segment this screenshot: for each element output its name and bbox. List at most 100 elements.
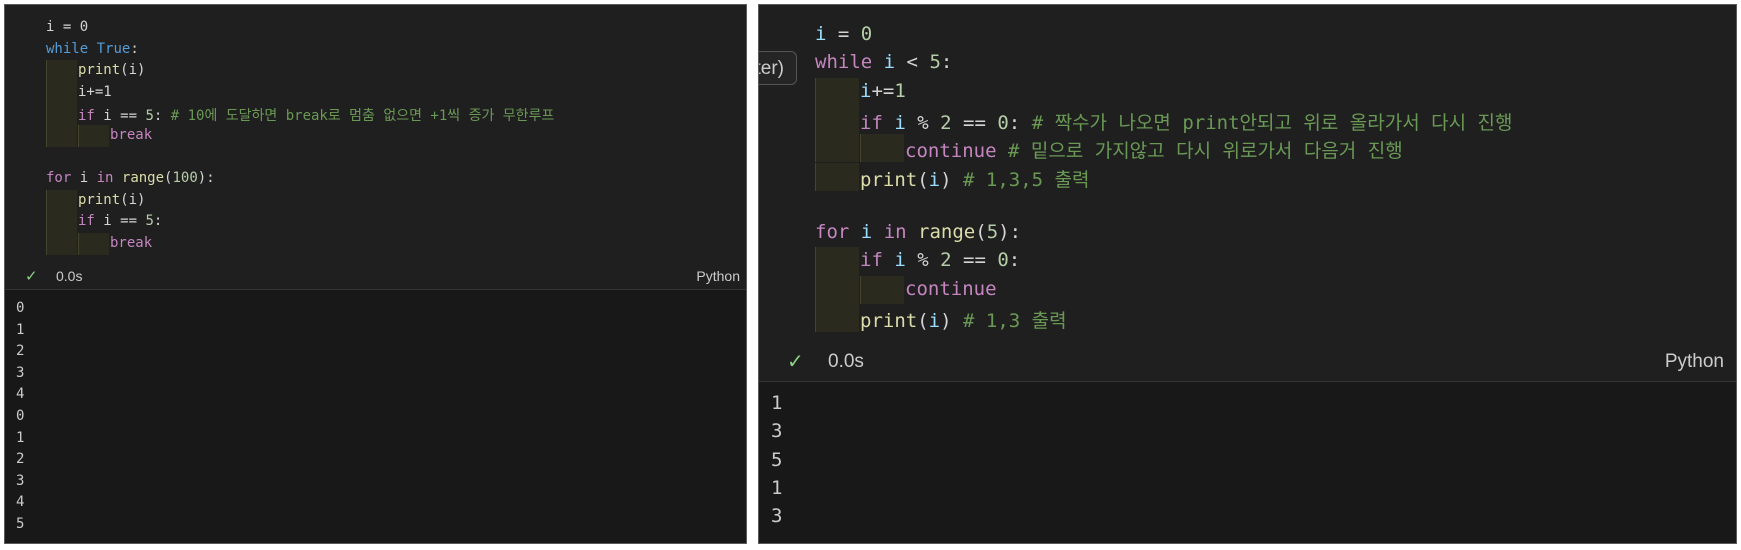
code-token: 2 xyxy=(940,111,952,134)
code-line: print(i) # 1,3,5 출력 xyxy=(860,165,1089,192)
code-token: < xyxy=(895,51,930,74)
code-token: 0 xyxy=(997,111,1009,134)
code-token: i xyxy=(860,79,872,102)
output-line: 5 xyxy=(16,516,25,532)
code-token: : xyxy=(153,108,171,125)
code-token: == xyxy=(951,111,998,134)
code-token: == xyxy=(951,249,998,272)
code-token: # 밑으로 가지않고 다시 위로가서 다음거 진행 xyxy=(1007,140,1403,163)
output-line: 2 xyxy=(16,451,25,468)
indent-guide xyxy=(815,247,859,276)
code-token: i == xyxy=(94,108,146,125)
indent-guide xyxy=(46,60,77,82)
language-label[interactable]: Python xyxy=(1665,351,1724,373)
code-token: i xyxy=(894,249,906,272)
output-line: 3 xyxy=(16,364,25,381)
success-check-icon: ✓ xyxy=(25,267,38,285)
code-token: print xyxy=(78,62,121,79)
output-line: 1 xyxy=(16,429,25,446)
code-token: for xyxy=(815,221,850,244)
code-token: ) xyxy=(940,310,963,332)
code-token: while xyxy=(815,51,873,74)
code-line: for i in range(5): xyxy=(815,221,1021,243)
code-token: : xyxy=(130,40,139,57)
code-token: ) xyxy=(940,168,963,191)
output-line: 1 xyxy=(16,321,25,338)
code-token: i xyxy=(928,310,941,332)
right-output-area: 1 3 5 1 3 xyxy=(759,381,1736,543)
code-line: while True: xyxy=(46,41,139,57)
code-token: : xyxy=(153,213,163,230)
right-code-cell[interactable]: i = 0 while i < 5: i+=1 if i % 2 == 0: # 짝수… xyxy=(759,5,1736,381)
indent-guide xyxy=(815,134,859,163)
code-token: 5 xyxy=(145,108,154,125)
indent-guide xyxy=(860,275,904,304)
code-line: i+=1 xyxy=(78,84,112,100)
code-token: print xyxy=(860,310,918,332)
success-check-icon: ✓ xyxy=(787,349,804,373)
code-token: ): xyxy=(197,170,215,187)
code-token: # 1,3,5 출력 xyxy=(963,168,1090,191)
code-token: 5 xyxy=(986,221,999,244)
code-token: break xyxy=(110,235,153,251)
output-line: 1 xyxy=(771,392,783,414)
indent-guide xyxy=(46,103,77,125)
code-token: (i) xyxy=(120,62,146,79)
code-token: 5 xyxy=(929,51,941,74)
code-token: : xyxy=(940,51,953,74)
code-line: for i in range(100): xyxy=(46,170,215,186)
indent-guide xyxy=(46,125,77,147)
code-token: in xyxy=(96,170,114,187)
code-token: ( xyxy=(975,221,987,244)
code-token: range xyxy=(918,221,976,244)
code-token: # 짝수가 나오면 print안되고 위로 올라가서 다시 진행 xyxy=(1031,111,1513,134)
code-token: for xyxy=(46,170,72,187)
indent-guide xyxy=(46,233,77,255)
code-token: continue xyxy=(905,140,997,163)
output-line: 4 xyxy=(16,386,25,403)
code-token: ( xyxy=(917,168,929,191)
output-line: 3 xyxy=(771,505,783,528)
code-line: continue xyxy=(905,278,997,300)
indent-guide xyxy=(815,304,859,333)
code-token: while xyxy=(46,40,89,57)
code-token: i+=1 xyxy=(78,83,112,100)
output-line: 0 xyxy=(16,408,25,424)
language-label[interactable]: Python xyxy=(696,268,740,284)
indent-guide xyxy=(860,134,904,163)
code-token: = xyxy=(826,23,861,45)
code-token: continue xyxy=(905,277,997,300)
code-token: (i) xyxy=(120,191,146,208)
code-token: ( xyxy=(917,310,929,332)
output-line: 0 xyxy=(16,300,25,316)
code-token: % xyxy=(905,111,941,134)
code-token: i = 0 xyxy=(46,19,89,35)
code-line: print(i) xyxy=(78,62,145,78)
indent-guide xyxy=(46,211,77,233)
code-token: 1 xyxy=(894,79,906,102)
code-token: in xyxy=(883,221,907,244)
code-token: i xyxy=(860,221,873,244)
hover-tooltip: ter) xyxy=(759,51,797,85)
left-code-cell[interactable]: i = 0 while True: print(i) i+=1 if i == 5: #… xyxy=(5,5,746,289)
code-line: continue # 밑으로 가지않고 다시 위로가서 다음거 진행 xyxy=(905,136,1403,163)
left-output-area: 0 1 2 3 4 0 1 2 3 4 5 xyxy=(5,289,746,543)
code-line: if i % 2 == 0: xyxy=(860,249,1020,271)
code-token: : xyxy=(1008,249,1021,272)
indent-guide xyxy=(815,162,859,191)
output-line: 5 xyxy=(771,448,783,471)
code-line: i+=1 xyxy=(860,80,906,102)
code-line: print(i) xyxy=(78,192,145,208)
code-token: i xyxy=(894,111,906,134)
output-line: 1 xyxy=(771,476,783,499)
execution-time: 0.0s xyxy=(828,351,864,372)
code-token: += xyxy=(871,79,895,102)
code-token: i == xyxy=(94,213,146,230)
